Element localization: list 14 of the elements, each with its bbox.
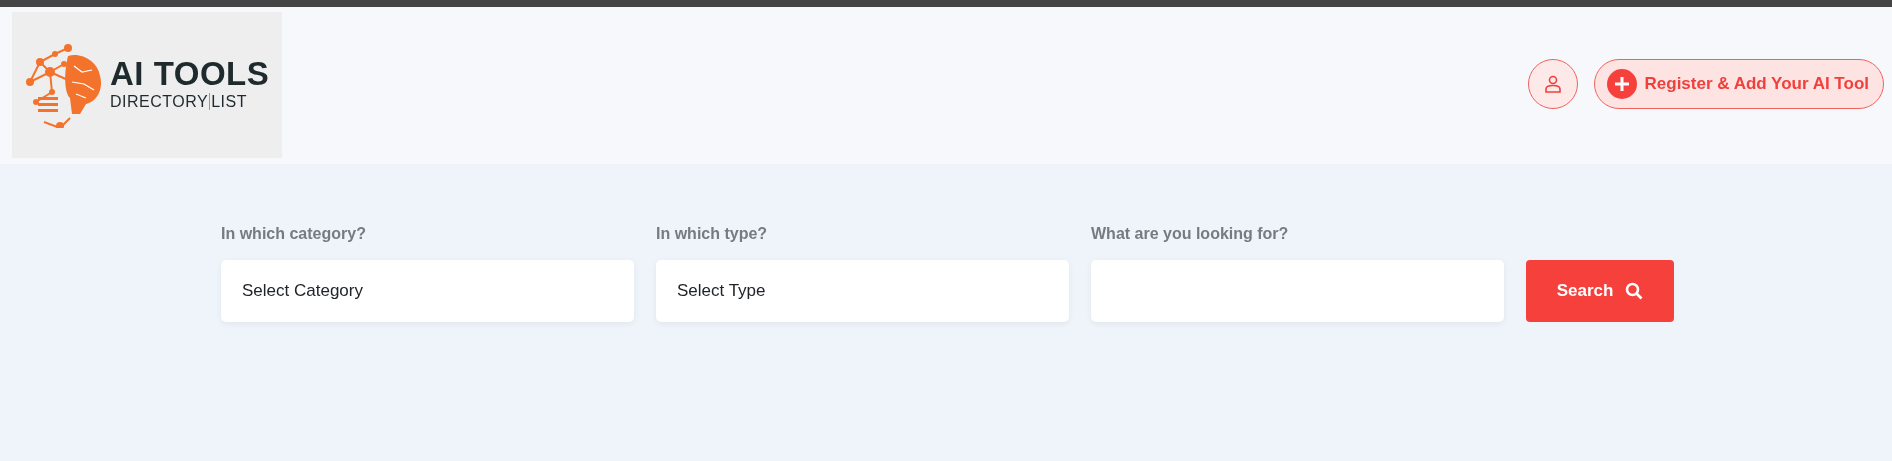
logo-subtitle: DIRECTORY LIST [110,91,248,112]
input-field[interactable] [1091,260,1504,322]
input-field[interactable]: Select Category [221,260,634,322]
search-button[interactable]: Search [1526,260,1674,322]
field-label: In which type? [656,224,769,244]
input-field[interactable]: Select Type [656,260,1069,322]
field-label: What are you looking for? [1091,224,1290,244]
search-icon [1625,282,1644,300]
account-button[interactable] [1527,59,1578,109]
logo[interactable]: AI TOOLS DIRECTORY LIST [12,12,282,158]
user-icon [1543,75,1562,93]
logo-title: AI TOOLS [110,56,270,90]
field-label: In which category? [221,224,367,244]
plus-icon [1606,69,1637,99]
